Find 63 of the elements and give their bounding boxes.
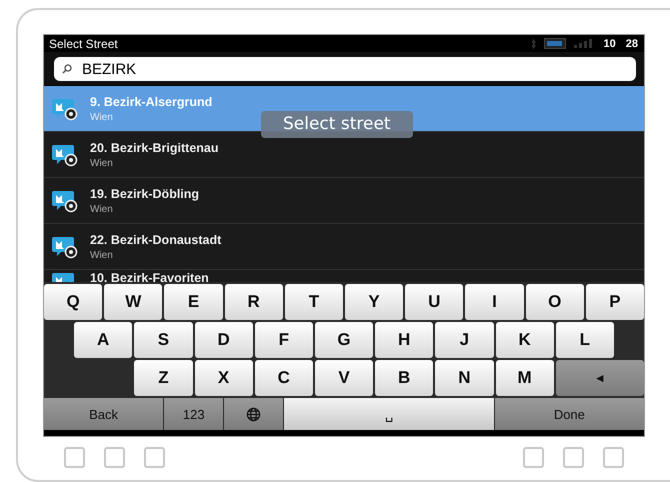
hardware-button[interactable]: [603, 447, 624, 468]
letter-key[interactable]: E: [164, 284, 223, 320]
letter-key[interactable]: Q: [44, 284, 102, 320]
street-name: 19. Bezirk-Döbling: [90, 186, 200, 200]
letter-key[interactable]: A: [74, 322, 132, 358]
speech-bubble-icon: [52, 142, 78, 166]
street-name: 9. Bezirk-Alsergrund: [90, 94, 212, 108]
letter-key[interactable]: O: [526, 284, 584, 320]
back-key[interactable]: Back: [44, 398, 164, 430]
letter-key[interactable]: I: [465, 284, 524, 320]
speech-bubble-icon: [52, 96, 78, 120]
clock-hours: 10: [604, 38, 616, 50]
letter-key[interactable]: J: [435, 322, 494, 358]
letter-key[interactable]: Z: [134, 360, 192, 396]
language-key[interactable]: [224, 398, 284, 430]
letter-key[interactable]: W: [104, 284, 162, 320]
street-name: 20. Bezirk-Brigittenau: [90, 140, 219, 154]
hardware-button[interactable]: [523, 447, 544, 468]
letter-key[interactable]: Y: [345, 284, 404, 320]
speech-bubble-icon: [52, 188, 78, 212]
city-name: Wien: [90, 250, 114, 260]
city-name: Wien: [90, 158, 114, 168]
hardware-button[interactable]: [64, 447, 85, 468]
city-name: Wien: [90, 112, 114, 122]
done-key[interactable]: Done: [494, 398, 644, 430]
letter-key[interactable]: T: [284, 284, 343, 320]
street-name: 22. Bezirk-Donaustadt: [90, 232, 222, 246]
search-icon: [62, 64, 72, 74]
letter-key[interactable]: N: [435, 360, 494, 396]
letter-key[interactable]: M: [496, 360, 554, 396]
hardware-button[interactable]: [563, 447, 584, 468]
letter-key[interactable]: H: [375, 322, 434, 358]
letter-key[interactable]: F: [254, 322, 313, 358]
hardware-button[interactable]: [144, 447, 165, 468]
letter-key[interactable]: B: [375, 360, 434, 396]
letter-key[interactable]: L: [556, 322, 614, 358]
street-name: 10. Bezirk-Favoriten: [90, 271, 209, 282]
street-list-item[interactable]: 19. Bezirk-Döbling Wien: [44, 178, 644, 224]
city-name: Wien: [90, 204, 114, 214]
bluetooth-icon: [530, 38, 536, 48]
letter-key[interactable]: K: [496, 322, 554, 358]
letter-key[interactable]: R: [224, 284, 283, 320]
letter-key[interactable]: G: [314, 322, 374, 358]
space-key[interactable]: ␣: [284, 398, 494, 430]
street-list-item[interactable]: 22. Bezirk-Donaustadt Wien: [44, 224, 644, 270]
letter-key[interactable]: U: [405, 284, 464, 320]
letter-key[interactable]: V: [314, 360, 374, 396]
clock-minutes: 28: [626, 38, 638, 50]
letter-key[interactable]: S: [134, 322, 192, 358]
globe-icon: [246, 406, 262, 422]
letter-key[interactable]: D: [194, 322, 253, 358]
screen-title: Select Street: [49, 36, 119, 50]
letter-key[interactable]: P: [586, 284, 644, 320]
letter-key[interactable]: X: [194, 360, 253, 396]
numbers-key[interactable]: 123: [164, 398, 224, 430]
letter-key[interactable]: C: [254, 360, 313, 396]
signal-icon: [574, 39, 594, 48]
tooltip: Select street: [261, 111, 413, 138]
battery-icon: [544, 38, 566, 49]
search-field[interactable]: BEZIRK: [54, 57, 636, 81]
speech-bubble-icon: [52, 234, 78, 258]
hardware-button[interactable]: [104, 447, 125, 468]
backspace-key[interactable]: ◄: [556, 360, 644, 396]
